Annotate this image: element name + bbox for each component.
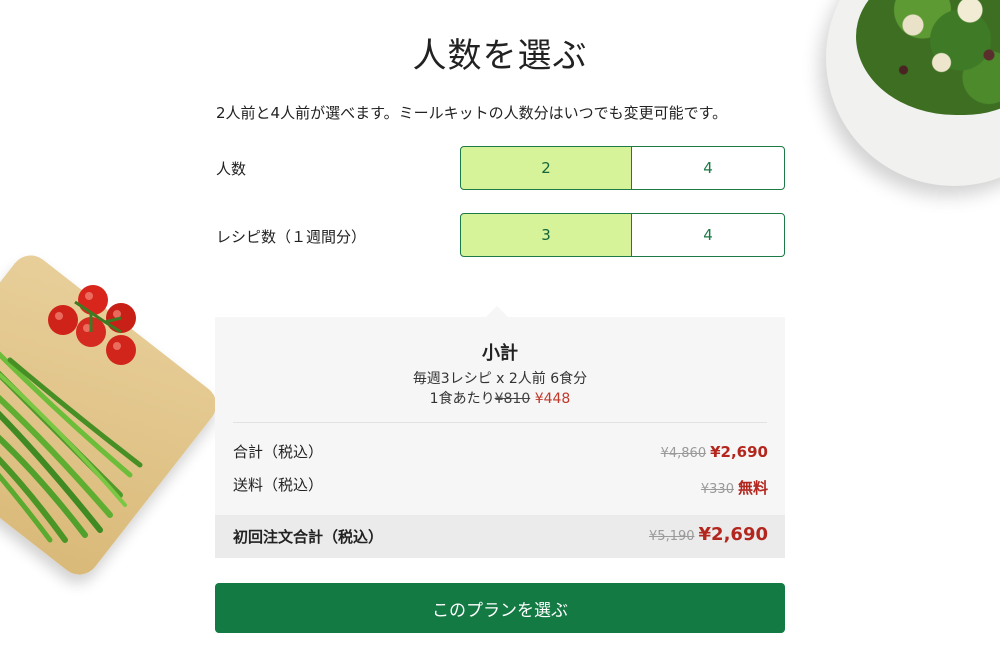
summary-panel: 小計 毎週3レシピ x 2人前 6食分 1食あたり¥810 ¥448 合計（税込… [215, 317, 785, 558]
shipping-free-label: 無料 [737, 479, 768, 497]
subtotal-old-price: ¥4,860 [660, 446, 707, 461]
subtotal-new-price: ¥2,690 [710, 443, 768, 461]
page-title: 人数を選ぶ [412, 36, 588, 76]
per-meal-price-line: 1食あたり¥810 ¥448 [215, 388, 785, 408]
recipes-option-3[interactable]: 3 [460, 213, 632, 257]
page-description: 2人前と4人前が選べます。ミールキットの人数分はいつでも変更可能です。 [216, 104, 728, 122]
total-bar: 初回注文合計（税込） ¥5,190 ¥2,690 [215, 515, 785, 558]
servings-label: 人数 [216, 160, 247, 178]
summary-divider [233, 422, 767, 423]
servings-option-2[interactable]: 2 [460, 146, 632, 190]
per-meal-new-price: ¥448 [534, 391, 571, 407]
total-new-price: ¥2,690 [698, 524, 768, 545]
recipes-toggle: 3 4 [460, 213, 785, 257]
shipping-label: 送料（税込） [233, 476, 324, 494]
total-price: ¥5,190 ¥2,690 [649, 524, 768, 545]
recipes-label: レシピ数（１週間分） [216, 228, 367, 246]
per-meal-prefix: 1食あたり [429, 391, 495, 407]
recipes-option-4[interactable]: 4 [631, 213, 785, 257]
subtotal-label: 合計（税込） [233, 443, 324, 461]
shipping-price: ¥330 無料 [701, 477, 768, 498]
servings-toggle: 2 4 [460, 146, 785, 190]
shipping-old-price: ¥330 [700, 482, 734, 497]
subtotal-heading: 小計 [482, 343, 518, 364]
per-meal-old-price: ¥810 [494, 391, 531, 407]
cherry-tomatoes-image [48, 285, 136, 365]
plan-summary-line: 毎週3レシピ x 2人前 6食分 [412, 371, 588, 387]
total-label: 初回注文合計（税込） [233, 528, 384, 546]
servings-option-4[interactable]: 4 [631, 146, 785, 190]
total-old-price: ¥5,190 [649, 529, 695, 544]
summary-notch [486, 306, 508, 317]
subtotal-price: ¥4,860 ¥2,690 [661, 443, 768, 461]
green-beans-image [0, 351, 143, 543]
plan-selection-page: 人数を選ぶ 2人前と4人前が選べます。ミールキットの人数分はいつでも変更可能です… [0, 0, 1000, 665]
choose-plan-button[interactable]: このプランを選ぶ [215, 583, 785, 633]
